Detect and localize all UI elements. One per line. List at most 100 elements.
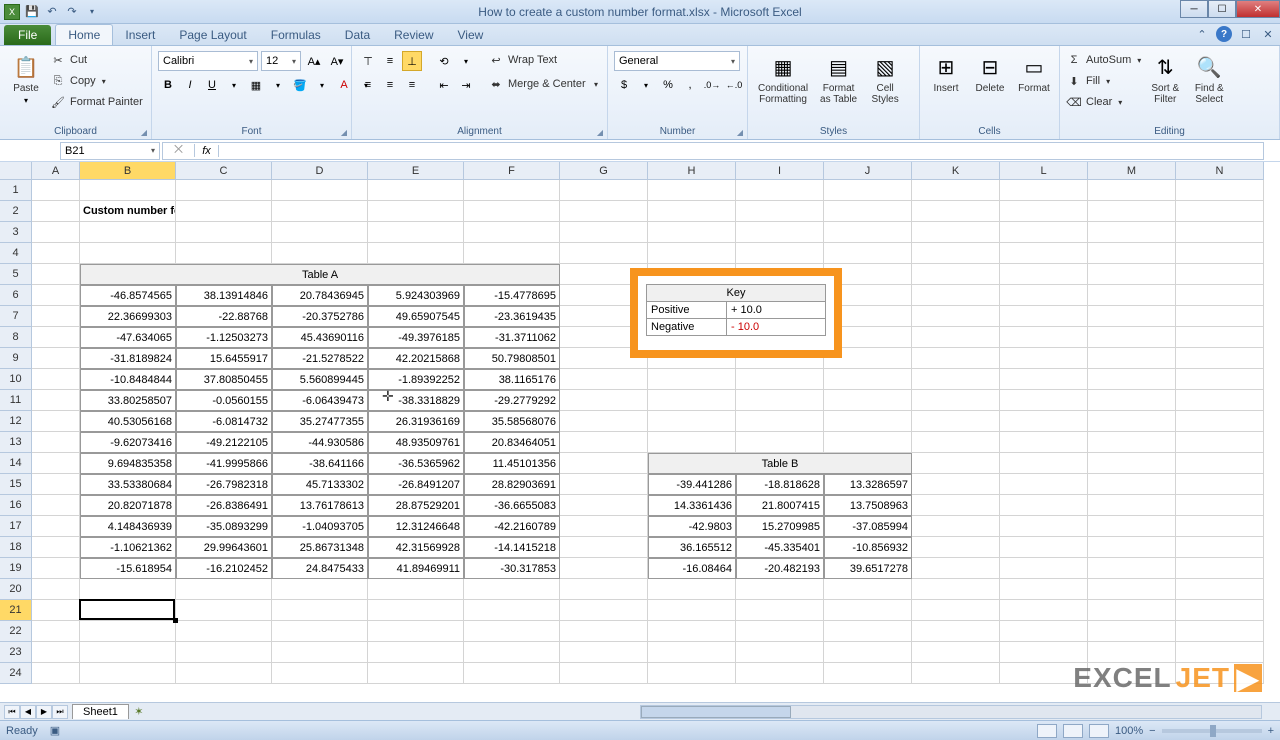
cell[interactable]: -16.08464 xyxy=(648,558,736,579)
row-header[interactable]: 2 xyxy=(0,201,32,222)
row-header[interactable]: 6 xyxy=(0,285,32,306)
cell[interactable]: -14.1415218 xyxy=(464,537,560,558)
cell[interactable]: 24.8475433 xyxy=(272,558,368,579)
cell[interactable]: -39.441286 xyxy=(648,474,736,495)
number-format-combo[interactable]: General▾ xyxy=(614,51,740,71)
italic-button[interactable]: I xyxy=(180,75,200,95)
row-header[interactable]: 12 xyxy=(0,411,32,432)
row-header[interactable]: 4 xyxy=(0,243,32,264)
cell[interactable] xyxy=(32,411,80,432)
qat-customize-icon[interactable]: ▾ xyxy=(84,4,100,20)
window-restore-icon[interactable]: ☐ xyxy=(1238,26,1254,42)
cell[interactable] xyxy=(912,432,1000,453)
underline-dropdown[interactable]: ▾ xyxy=(224,75,244,95)
cell[interactable] xyxy=(272,180,368,201)
cell[interactable] xyxy=(824,663,912,684)
zoom-level[interactable]: 100% xyxy=(1115,725,1143,737)
cell[interactable] xyxy=(1000,642,1088,663)
cell[interactable] xyxy=(272,243,368,264)
cell[interactable] xyxy=(1176,474,1264,495)
cell[interactable] xyxy=(736,579,824,600)
grow-font-icon[interactable]: A▴ xyxy=(304,51,324,71)
cell[interactable]: 42.31569928 xyxy=(368,537,464,558)
cell[interactable] xyxy=(368,243,464,264)
cell[interactable] xyxy=(1176,516,1264,537)
font-name-combo[interactable]: Calibri▾ xyxy=(158,51,258,71)
cell[interactable] xyxy=(1088,474,1176,495)
cell[interactable]: -0.0560155 xyxy=(176,390,272,411)
cell[interactable] xyxy=(32,642,80,663)
cell[interactable] xyxy=(1176,201,1264,222)
cell[interactable] xyxy=(32,306,80,327)
cell[interactable] xyxy=(1088,201,1176,222)
cell[interactable] xyxy=(1000,327,1088,348)
cell[interactable] xyxy=(1088,621,1176,642)
select-all-corner[interactable] xyxy=(0,162,32,180)
cell[interactable] xyxy=(1176,558,1264,579)
new-sheet-icon[interactable]: ✶ xyxy=(129,705,149,718)
cell[interactable] xyxy=(1088,537,1176,558)
cell[interactable]: 36.165512 xyxy=(648,537,736,558)
minimize-button[interactable]: ─ xyxy=(1180,0,1208,18)
cell[interactable] xyxy=(1000,600,1088,621)
cell[interactable] xyxy=(1000,432,1088,453)
row-header[interactable]: 17 xyxy=(0,516,32,537)
cell[interactable] xyxy=(912,558,1000,579)
cell[interactable] xyxy=(1088,222,1176,243)
cell[interactable] xyxy=(912,453,1000,474)
cell[interactable]: -29.2779292 xyxy=(464,390,560,411)
cell[interactable] xyxy=(736,600,824,621)
page-break-view-icon[interactable] xyxy=(1089,724,1109,738)
column-header[interactable]: J xyxy=(824,162,912,180)
normal-view-icon[interactable] xyxy=(1037,724,1057,738)
cell[interactable] xyxy=(560,243,648,264)
cell[interactable] xyxy=(272,663,368,684)
cell[interactable] xyxy=(912,348,1000,369)
cell[interactable]: 4.148436939 xyxy=(80,516,176,537)
cell[interactable] xyxy=(1000,306,1088,327)
row-header[interactable]: 14 xyxy=(0,453,32,474)
cell[interactable] xyxy=(560,537,648,558)
cell[interactable]: 20.82071878 xyxy=(80,495,176,516)
cell[interactable] xyxy=(736,369,824,390)
row-header[interactable]: 8 xyxy=(0,327,32,348)
cell[interactable] xyxy=(464,642,560,663)
cell[interactable] xyxy=(1000,453,1088,474)
formula-cancel-icon[interactable]: ⨉ xyxy=(163,144,195,157)
cell[interactable] xyxy=(560,390,648,411)
row-header[interactable]: 1 xyxy=(0,180,32,201)
cell[interactable] xyxy=(176,243,272,264)
cell[interactable] xyxy=(648,663,736,684)
cell[interactable] xyxy=(1088,579,1176,600)
row-header[interactable]: 13 xyxy=(0,432,32,453)
cell[interactable] xyxy=(1176,390,1264,411)
cell[interactable] xyxy=(1088,642,1176,663)
align-center-icon[interactable]: ≡ xyxy=(380,75,400,95)
dialog-launcher-icon[interactable]: ◢ xyxy=(141,128,147,137)
cell[interactable] xyxy=(648,369,736,390)
cell[interactable] xyxy=(32,663,80,684)
cell[interactable] xyxy=(1000,411,1088,432)
cell[interactable] xyxy=(912,285,1000,306)
cell[interactable]: 20.83464051 xyxy=(464,432,560,453)
cell[interactable] xyxy=(736,663,824,684)
minimize-ribbon-icon[interactable]: ⌃ xyxy=(1194,26,1210,42)
cell[interactable]: -36.5365962 xyxy=(368,453,464,474)
column-header[interactable]: N xyxy=(1176,162,1264,180)
column-header[interactable]: M xyxy=(1088,162,1176,180)
cell[interactable] xyxy=(368,642,464,663)
cell[interactable] xyxy=(912,621,1000,642)
cell[interactable] xyxy=(648,243,736,264)
cell[interactable] xyxy=(1000,516,1088,537)
clear-button[interactable]: ⌫Clear▾ xyxy=(1066,93,1141,111)
cell[interactable] xyxy=(912,264,1000,285)
cell[interactable] xyxy=(1000,348,1088,369)
cell[interactable] xyxy=(32,432,80,453)
cell[interactable] xyxy=(1176,621,1264,642)
cell[interactable] xyxy=(32,243,80,264)
cell[interactable] xyxy=(1088,327,1176,348)
cell[interactable]: -22.88768 xyxy=(176,306,272,327)
cell[interactable] xyxy=(272,201,368,222)
cell[interactable] xyxy=(1176,411,1264,432)
qat-save-icon[interactable]: 💾 xyxy=(24,4,40,20)
